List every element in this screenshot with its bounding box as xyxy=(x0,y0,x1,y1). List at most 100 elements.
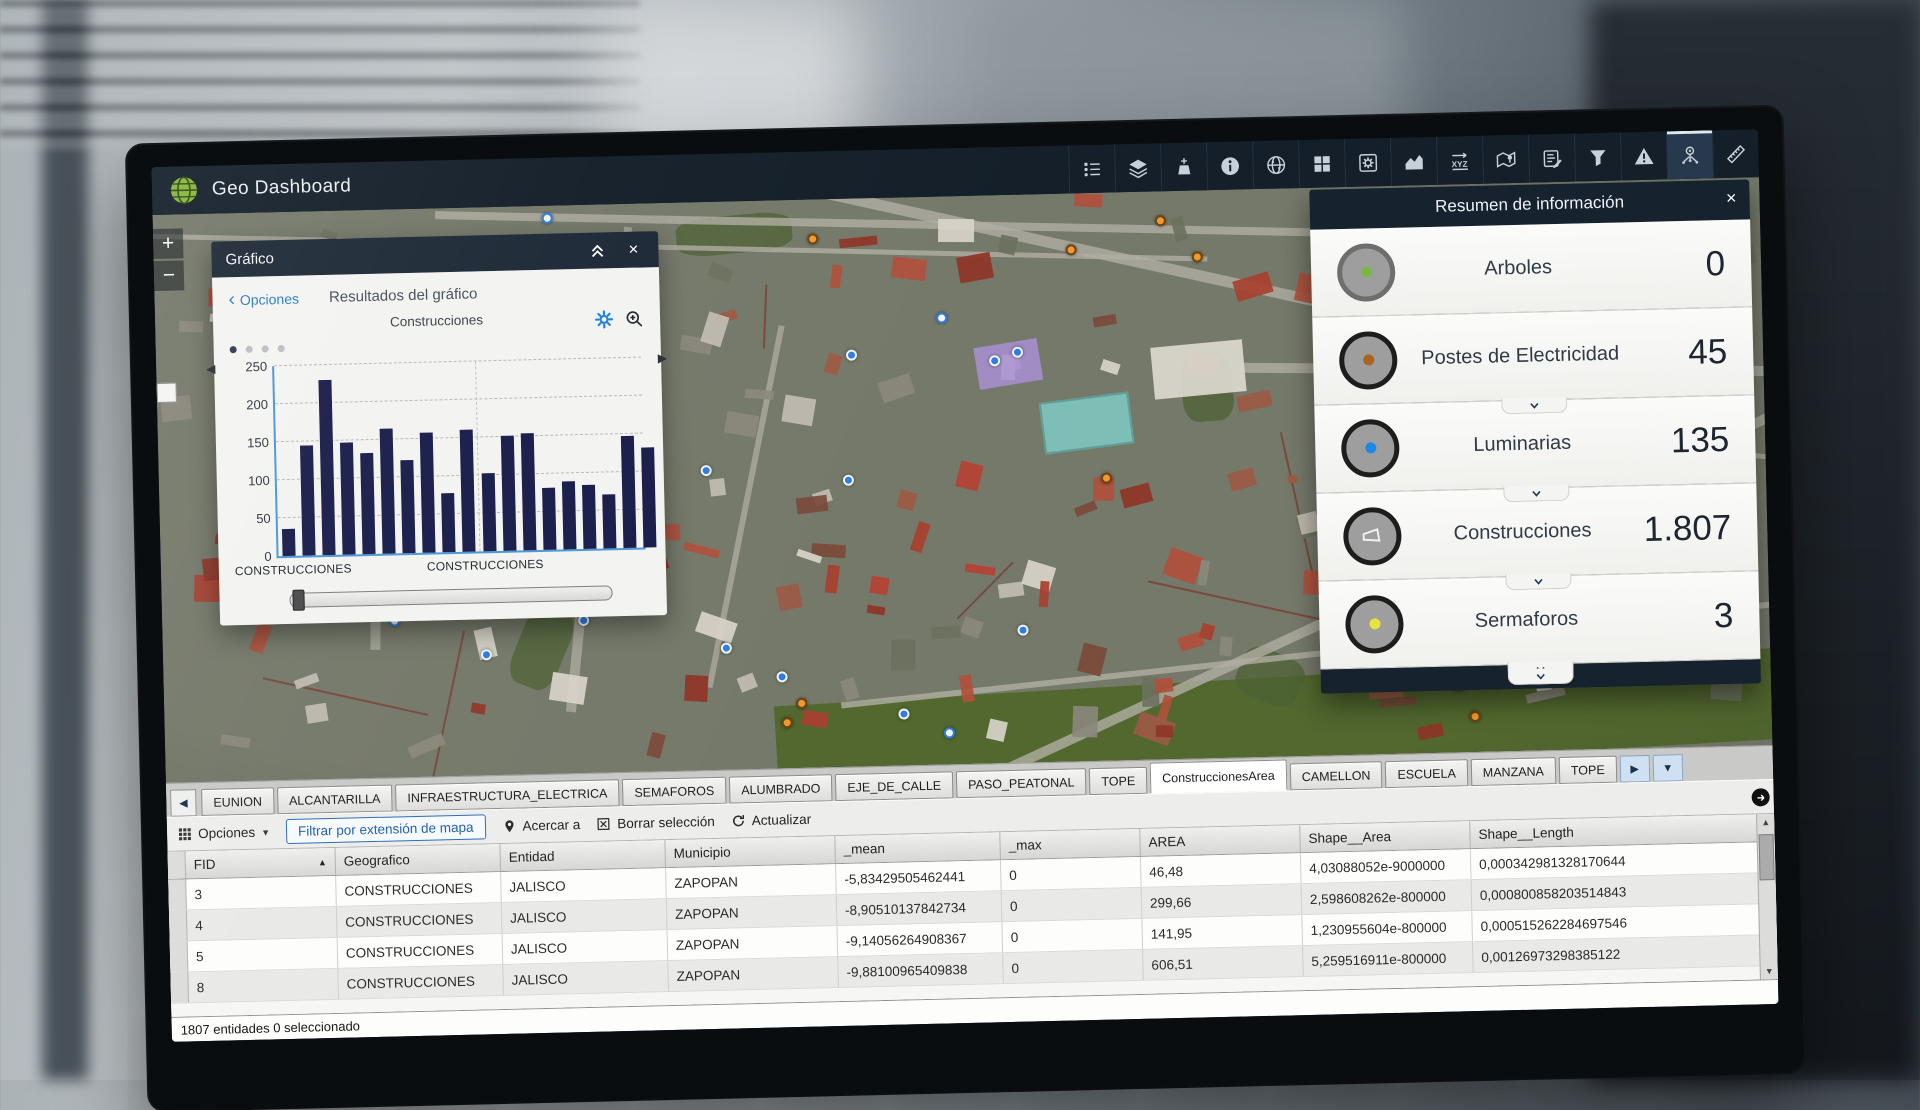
row-handle[interactable] xyxy=(169,910,188,940)
close-icon[interactable]: × xyxy=(622,238,645,261)
tabs-list-button[interactable]: ▼ xyxy=(1652,754,1683,782)
map-marker xyxy=(1100,473,1111,484)
map-building xyxy=(823,352,842,375)
map-building xyxy=(796,549,822,564)
toolbar-layers-button[interactable] xyxy=(1114,143,1161,192)
cell-fid: 8 xyxy=(188,969,339,1003)
chart-next-arrow[interactable]: ▶ xyxy=(658,351,668,365)
home-extent-button[interactable] xyxy=(156,383,176,403)
refresh-button[interactable]: Actualizar xyxy=(731,812,812,829)
tab-alumbrado[interactable]: ALUMBRADO xyxy=(729,774,833,803)
map-building xyxy=(781,394,816,425)
slider-handle[interactable] xyxy=(292,590,304,611)
scrollbar-thumb[interactable] xyxy=(1759,834,1775,880)
x-axis-group-label: CONSTRUCCIONES xyxy=(235,561,352,578)
column-header-label: FID xyxy=(194,857,216,873)
toolbar-notes-edit-button[interactable] xyxy=(1528,134,1575,183)
cell-area: 299,66 xyxy=(1142,884,1303,918)
options-menu[interactable]: Opciones ▼ xyxy=(177,824,270,841)
summary-expander-chevron[interactable] xyxy=(1503,485,1569,503)
map-marker xyxy=(1470,710,1481,721)
bar-chart-plot: 050100150200250 xyxy=(272,358,645,559)
column-header-shape__area[interactable]: Shape__Area xyxy=(1300,821,1471,852)
scroll-down-arrow[interactable]: ▼ xyxy=(1765,963,1774,979)
zoom-out-button[interactable]: − xyxy=(154,260,185,291)
tab-eje_de_calle[interactable]: EJE_DE_CALLE xyxy=(835,771,953,801)
tab-alcantarilla[interactable]: ALCANTARILLA xyxy=(277,785,393,815)
map-marker xyxy=(1012,347,1023,358)
map-building xyxy=(305,703,328,724)
column-header-municipio[interactable]: Municipio xyxy=(665,836,836,867)
column-header-label: Shape__Length xyxy=(1478,825,1574,842)
summary-expander-chevron[interactable] xyxy=(1505,573,1571,591)
tab-tope[interactable]: TOPE xyxy=(1089,767,1147,795)
summary-value: 1.807 xyxy=(1643,507,1732,549)
tabs-scroll-left-button[interactable]: ◀ xyxy=(170,789,197,817)
toolbar-measure-button[interactable] xyxy=(1712,129,1759,178)
pagination-dot[interactable] xyxy=(230,346,237,353)
pagination-dot[interactable] xyxy=(246,346,253,353)
map-building xyxy=(891,256,928,281)
zoom-to-button[interactable]: Acercar a xyxy=(501,817,580,834)
tab-manzana[interactable]: MANZANA xyxy=(1471,757,1557,786)
column-header-_max[interactable]: _max xyxy=(1000,829,1141,859)
tab-eunion[interactable]: EUNION xyxy=(201,787,274,816)
column-header-_mean[interactable]: _mean xyxy=(835,832,1001,863)
map-parcel-line xyxy=(1148,580,1331,622)
toolbar-basemap-button[interactable] xyxy=(1252,140,1299,189)
filter-by-map-extent-button[interactable]: Filtrar por extensión de mapa xyxy=(286,814,486,844)
toolbar-filter-button[interactable] xyxy=(1574,132,1621,181)
chart-results-subtitle: Resultados del gráfico xyxy=(329,285,478,305)
tab-camellon[interactable]: CAMELLON xyxy=(1289,761,1382,790)
chart-prev-arrow[interactable]: ◀ xyxy=(206,362,216,376)
clear-selection-button[interactable]: Borrar selección xyxy=(596,814,715,832)
toolbar-map-explore-button[interactable] xyxy=(1482,135,1529,184)
pagination-dot[interactable] xyxy=(278,345,285,352)
tab-escuela[interactable]: ESCUELA xyxy=(1385,759,1468,788)
row-handle[interactable] xyxy=(170,972,189,1002)
row-handle[interactable] xyxy=(170,941,189,971)
row-handle[interactable] xyxy=(168,879,187,909)
toolbar-apps-button[interactable] xyxy=(1298,139,1345,188)
summary-expander-chevron[interactable] xyxy=(1501,397,1567,415)
toolbar-warning-button[interactable] xyxy=(1620,131,1667,180)
chevron-down-icon: ▼ xyxy=(261,827,270,837)
options-back-link[interactable]: ‹ Opciones xyxy=(228,290,299,308)
gear-icon[interactable] xyxy=(594,309,614,329)
zoom-in-chart-icon[interactable] xyxy=(624,308,644,328)
tab-tope[interactable]: TOPE xyxy=(1559,756,1617,784)
close-icon[interactable]: × xyxy=(1726,188,1737,209)
column-header-area[interactable]: AREA xyxy=(1140,825,1301,856)
tab-paso_peatonal[interactable]: PASO_PEATONAL xyxy=(956,768,1087,798)
tabs-scroll-right-button[interactable]: ▶ xyxy=(1619,755,1650,783)
cell-_mean: -5,83429505462441 xyxy=(836,860,1002,894)
zoom-in-button[interactable]: + xyxy=(153,228,184,259)
map-building xyxy=(407,733,446,759)
column-header-fid[interactable]: FID▲ xyxy=(186,848,337,879)
table-vertical-scrollbar[interactable]: ▲ ▼ xyxy=(1756,814,1778,979)
toolbar-info-button[interactable] xyxy=(1206,141,1253,190)
map-building xyxy=(1154,678,1174,694)
bar xyxy=(282,529,296,556)
scroll-up-arrow[interactable]: ▲ xyxy=(1761,814,1770,830)
chart-scroll-slider[interactable] xyxy=(289,585,612,608)
table-scroll-right-button[interactable] xyxy=(1751,788,1769,806)
toolbar-area-chart-button[interactable] xyxy=(1390,137,1437,186)
toolbar-legend-button[interactable] xyxy=(1068,144,1115,193)
chevron-left-icon: ‹ xyxy=(228,293,235,307)
map-building xyxy=(1093,314,1117,328)
cell-fid: 5 xyxy=(188,938,339,972)
pagination-dot[interactable] xyxy=(262,345,269,352)
collapse-icon[interactable] xyxy=(586,239,609,262)
tab-semaforos[interactable]: SEMAFOROS xyxy=(622,777,726,806)
toolbar-xyz-coordinates-button[interactable]: XYZ xyxy=(1436,136,1483,185)
bar xyxy=(542,487,556,550)
svg-text:XYZ: XYZ xyxy=(1451,159,1467,168)
toolbar-select-location-button[interactable] xyxy=(1666,130,1713,179)
tab-construccionesarea[interactable]: ConstruccionesArea xyxy=(1150,759,1287,793)
column-header-geografico[interactable]: Geografico xyxy=(335,844,501,875)
column-header-entidad[interactable]: Entidad xyxy=(500,840,666,871)
toolbar-settings-button[interactable] xyxy=(1344,138,1391,187)
toolbar-add-data-button[interactable] xyxy=(1160,142,1207,191)
summary-expander-chevron[interactable] xyxy=(1508,668,1574,686)
